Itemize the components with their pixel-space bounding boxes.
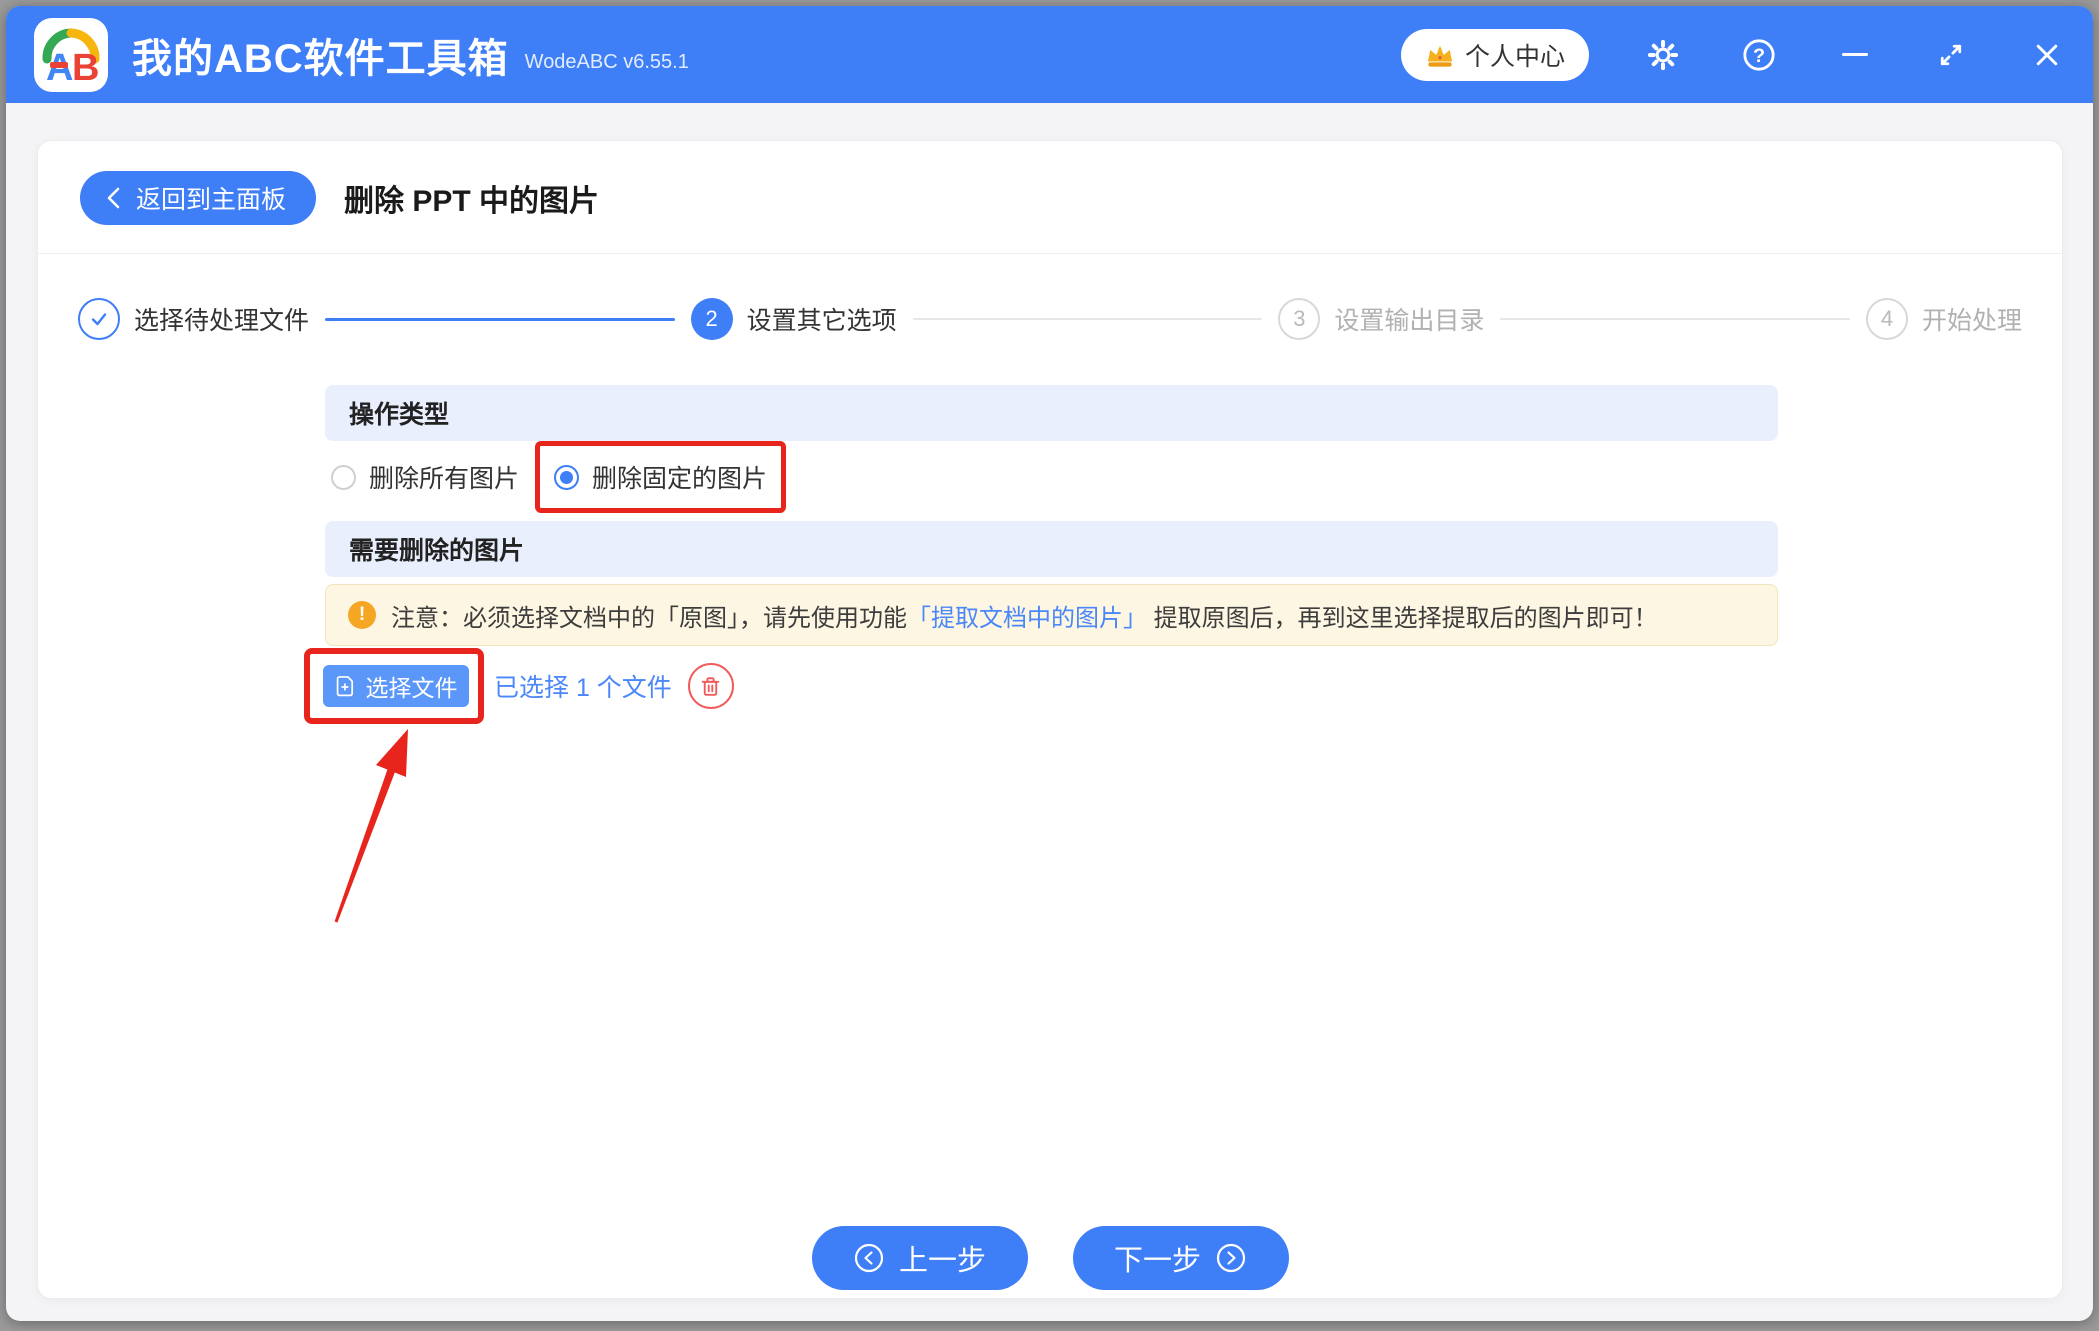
prev-circle-icon [854, 1243, 884, 1273]
app-window: A B 我的ABC软件工具箱 WodeABC v6.55.1 个人中心 [6, 6, 2093, 1321]
svg-text:B: B [72, 47, 99, 89]
minimize-button[interactable] [1833, 33, 1877, 77]
step-4-circle: 4 [1865, 298, 1908, 340]
step-indicator: 选择待处理文件 2 设置其它选项 3 设置输出目录 4 开始处理 [38, 254, 2062, 340]
maximize-icon [1940, 44, 1962, 65]
main-panel: 返回到主面板 删除 PPT 中的图片 选择待处理文件 2 设置其它选项 3 设置… [37, 140, 2063, 1299]
step-connector [325, 317, 675, 321]
clear-files-button[interactable] [687, 663, 734, 709]
radio-checked-icon [554, 464, 580, 490]
radio-unchecked-icon [331, 464, 356, 490]
red-arrow-annotation [334, 729, 408, 923]
crown-icon [1427, 45, 1453, 67]
file-select-row: 选择文件 已选择 1 个文件 [304, 648, 1778, 724]
radio-delete-fixed-label: 删除固定的图片 [592, 465, 768, 493]
back-to-dashboard-button[interactable]: 返回到主面板 [80, 171, 317, 225]
notice-prefix: 注意：必须选择文档中的「原图」，请先使用功能 [391, 604, 907, 632]
next-step-button[interactable]: 下一步 [1072, 1226, 1289, 1290]
close-button[interactable] [2025, 33, 2069, 77]
selected-files-link[interactable]: 已选择 1 个文件 [494, 668, 672, 704]
extract-images-feature-link[interactable]: 「提取文档中的图片」 [907, 605, 1147, 632]
help-icon: ? [1743, 38, 1775, 71]
annotation-box-select-file: 选择文件 [304, 648, 484, 724]
title-bar: A B 我的ABC软件工具箱 WodeABC v6.55.1 个人中心 [6, 6, 2093, 103]
wizard-footer: 上一步 下一步 [38, 1226, 2062, 1290]
page-title: 删除 PPT 中的图片 [344, 185, 600, 218]
step-2-options: 2 设置其它选项 [690, 298, 897, 340]
back-button-label: 返回到主面板 [136, 186, 287, 214]
help-button[interactable]: ? [1737, 33, 1781, 77]
app-logo: A B [34, 17, 108, 92]
step-connector [912, 318, 1263, 320]
svg-text:?: ? [1753, 45, 1765, 67]
gear-icon [1647, 39, 1679, 70]
settings-button[interactable] [1641, 33, 1685, 77]
annotation-box-radio: 删除固定的图片 [535, 441, 787, 513]
radio-delete-fixed-images[interactable]: 删除固定的图片 [554, 459, 767, 495]
user-center-label: 个人中心 [1464, 42, 1565, 71]
select-file-button[interactable]: 选择文件 [323, 665, 469, 707]
notice-suffix: 提取原图后，再到这里选择提取后的图片即可！ [1147, 604, 1658, 632]
prev-step-button[interactable]: 上一步 [811, 1226, 1028, 1290]
next-circle-icon [1216, 1243, 1246, 1273]
images-to-delete-banner: 需要删除的图片 [325, 521, 1778, 577]
minimize-icon [1842, 53, 1868, 56]
operation-type-options: 删除所有图片 删除固定的图片 [325, 441, 1778, 513]
step-3-label: 设置输出目录 [1334, 307, 1485, 335]
page-header: 返回到主面板 删除 PPT 中的图片 [38, 141, 2062, 225]
notice-bar: ! 注意：必须选择文档中的「原图」，请先使用功能「提取文档中的图片」 提取原图后… [325, 584, 1778, 646]
step-2-label: 设置其它选项 [746, 307, 897, 335]
step-1-circle [78, 298, 120, 340]
step-3-output-dir: 3 设置输出目录 [1278, 298, 1484, 340]
step-1-label: 选择待处理文件 [134, 307, 310, 335]
step-4-start: 4 开始处理 [1865, 298, 2022, 340]
maximize-button[interactable] [1929, 33, 1973, 77]
step-1-select-files: 选择待处理文件 [78, 298, 309, 340]
app-title: 我的ABC软件工具箱 [132, 36, 509, 81]
step-3-circle: 3 [1278, 298, 1321, 340]
operation-type-banner: 操作类型 [325, 385, 1778, 441]
settings-column: 操作类型 删除所有图片 删除固定的图片 需要删除的图片 ! 注意：必须选择文档中… [304, 385, 1778, 724]
file-plus-icon [336, 676, 353, 697]
step-4-label: 开始处理 [1921, 307, 2022, 335]
radio-delete-all-images[interactable]: 删除所有图片 [331, 459, 519, 495]
back-chevron-icon [107, 187, 120, 209]
step-connector [1500, 318, 1850, 320]
app-logo-icon: A B [42, 28, 100, 89]
notice-text: 注意：必须选择文档中的「原图」，请先使用功能「提取文档中的图片」 提取原图后，再… [391, 598, 1658, 633]
select-file-label: 选择文件 [365, 675, 458, 701]
trash-icon [702, 676, 720, 696]
prev-step-label: 上一步 [898, 1245, 986, 1277]
user-center-button[interactable]: 个人中心 [1400, 28, 1589, 81]
app-version: WodeABC v6.55.1 [524, 51, 689, 73]
close-icon [2036, 44, 2058, 65]
warning-icon: ! [348, 601, 376, 629]
radio-delete-all-label: 删除所有图片 [369, 465, 520, 493]
operation-type-title: 操作类型 [349, 401, 450, 429]
check-icon [91, 313, 107, 326]
next-step-label: 下一步 [1113, 1245, 1201, 1277]
images-to-delete-title: 需要删除的图片 [349, 537, 525, 565]
step-2-circle: 2 [690, 298, 733, 340]
